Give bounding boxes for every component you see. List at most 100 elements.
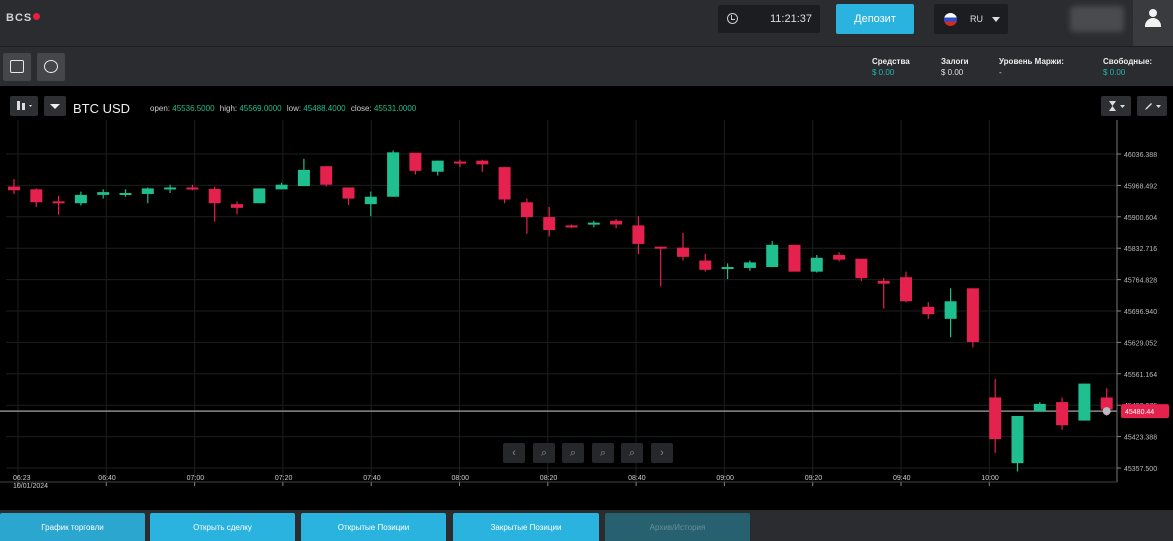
zoom-out-button[interactable]: ⌕ [533,443,555,463]
tab-history[interactable]: Архив/История [605,513,750,541]
candle-body [654,246,667,249]
open-value: 45536.5000 [172,104,215,113]
close-label: close: [350,104,372,113]
price-label: 45764.828 [1124,278,1157,285]
stat-value: $ 0.00 [1103,68,1126,77]
candle-body [431,160,444,172]
tab-trading-chart[interactable]: График торговли [0,513,145,541]
deposit-button[interactable]: Депозит [836,4,914,34]
price-label: 45423.388 [1124,435,1157,442]
high-value: 45569.0000 [239,104,282,113]
chart-type-dropdown[interactable] [10,96,38,116]
time-label: 08:00 [452,475,470,482]
candle-body [922,306,935,315]
symbol-dropdown[interactable] [44,96,66,116]
candle-body [699,260,712,270]
stat-label: Уровень Маржи: [999,57,1064,66]
calendar-button[interactable] [3,53,31,81]
drawing-tools-dropdown[interactable] [1137,96,1167,116]
time-label: 08:40 [628,475,646,482]
candle-body [97,192,110,195]
price-label: 46036.388 [1124,152,1157,159]
candle-body [721,267,734,270]
chevron-left-icon: ‹ [512,447,516,459]
stat-collateral: Залоги $ 0.00 [941,57,969,77]
logo-dot-icon [33,13,41,20]
account-bar: Средства $ 0.00 Залоги $ 0.00 Уровень Ма… [0,46,1173,86]
language-code: RU [970,14,983,24]
candle-body [74,194,87,204]
candle-body [1056,402,1069,426]
candle-body [30,189,43,203]
time-label: 10:00 [981,475,999,482]
candle-body [454,161,466,164]
user-menu-button[interactable] [1133,0,1173,46]
low-value: 45488.4000 [303,104,346,113]
candlestick-chart[interactable]: 46036.388 45968.492 45900.604 45832.716 4576… [0,120,1173,510]
candles-icon [17,101,32,110]
zoom-reset-button[interactable]: ⌕ [592,443,614,463]
candle-body [1078,383,1091,421]
candle-body [297,169,310,187]
last-price-dot [1102,407,1111,416]
zoom-fit-button[interactable]: ⌕ [621,443,643,463]
stat-label: Залоги [941,57,969,66]
bottom-tab-bar: График торговли Открыть сделку Открытые … [0,510,1173,541]
ohlc-readout: open: 45536.5000 high: 45569.0000 low: 4… [150,104,419,113]
stat-margin-level: Уровень Маржи: - [999,57,1064,77]
candle-body [543,217,556,231]
hourglass-icon [1109,101,1125,111]
user-icon [1144,9,1162,29]
account-name-blurred[interactable] [1070,6,1124,32]
candle-body [164,187,177,190]
time-label: 09:20 [805,475,823,482]
chat-button[interactable] [37,53,65,81]
candle-body [944,301,957,319]
time-label: 07:20 [275,475,293,482]
clock-time: 11:21:37 [769,13,812,25]
scroll-right-button[interactable]: › [651,443,673,463]
candle-body [476,160,489,165]
candle-body [610,220,623,225]
candle-body [208,188,221,204]
candle-body [520,202,533,218]
time-label: 09:00 [716,475,734,482]
time-label: 06:23 [13,475,31,482]
candle-body [409,152,422,171]
price-label: 45832.716 [1124,246,1157,253]
stat-value: - [999,68,1002,77]
candle-body [788,244,801,272]
candle-body [498,167,511,200]
tab-closed-positions[interactable]: Закрытые Позиции [453,513,599,541]
time-label: 10/01/2024 [13,483,48,490]
time-label: 06:40 [98,475,116,482]
price-label: 45900.604 [1124,215,1157,222]
price-label: 45629.052 [1124,340,1157,347]
tab-open-deal[interactable]: Открыть сделку [150,513,295,541]
candle-body [8,186,20,191]
candle-body [342,187,355,199]
chat-icon [44,60,58,73]
pencil-icon [1145,103,1161,110]
stat-value: $ 0.00 [872,68,895,77]
language-select[interactable]: RU [934,4,1008,34]
current-price-label: 45480.44 [1125,409,1154,416]
tab-open-positions[interactable]: Открытые Позиции [301,513,446,541]
scroll-left-button[interactable]: ‹ [503,443,525,463]
brand-logo[interactable]: BCS [6,12,41,24]
russia-flag-icon [944,13,957,26]
chevron-down-icon [992,17,1000,22]
candle-body [743,262,756,268]
stat-value: $ 0.00 [941,68,964,77]
close-value: 45531.0000 [373,104,417,113]
chevron-right-icon: › [660,447,664,459]
zoom-in-button[interactable]: ⌕ [562,443,584,463]
candle-body [141,188,154,194]
indicators-dropdown[interactable] [1101,96,1131,116]
stat-label: Свободные: [1103,57,1153,66]
candle-body [900,277,912,302]
candle-body [677,247,689,257]
top-bar: BCS 11:21:37 Депозит RU [0,0,1173,46]
candle-body [877,280,890,284]
zoom-out-icon: ⌕ [540,447,548,459]
